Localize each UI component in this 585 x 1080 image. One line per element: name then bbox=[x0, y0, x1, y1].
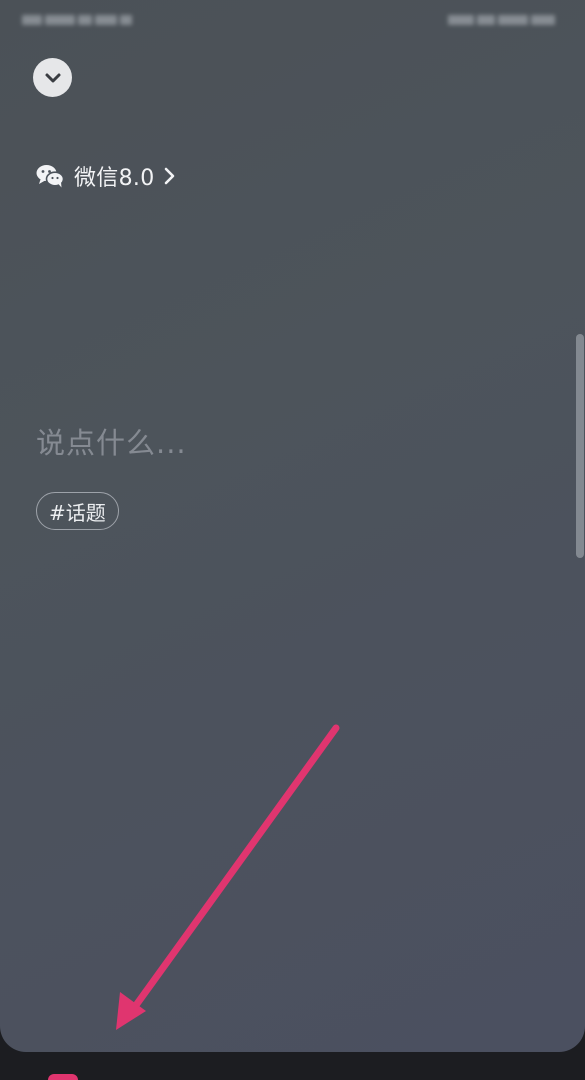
annotation-arrow bbox=[116, 724, 340, 1030]
bottom-bar-peek bbox=[48, 1074, 78, 1080]
screen: 微信8.0 说点什么... #话题 bbox=[0, 0, 585, 1080]
post-composer-card: 微信8.0 说点什么... #话题 bbox=[0, 0, 585, 1052]
